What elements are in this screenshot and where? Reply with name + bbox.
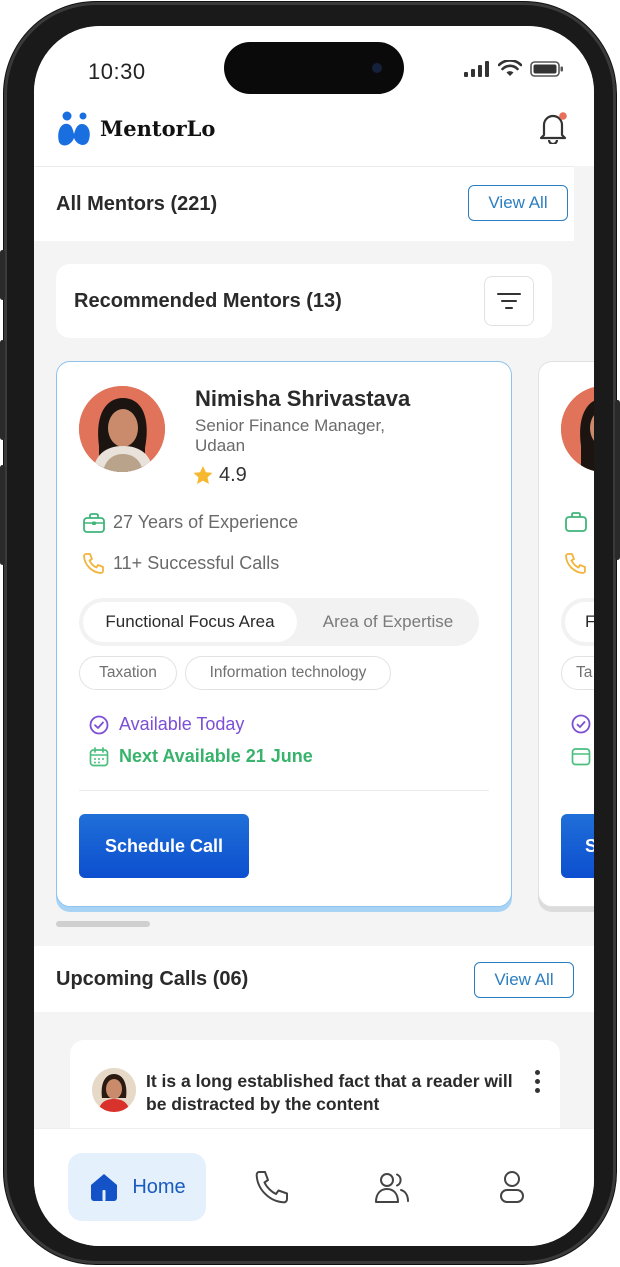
mentor-card-peek[interactable]: F Ta S (538, 361, 594, 907)
dynamic-island (224, 42, 404, 94)
mentor-name: Nimisha Shrivastava (195, 386, 411, 411)
briefcase-icon (565, 512, 587, 532)
recommended-mentors-header: Recommended Mentors (13) (56, 264, 552, 338)
phone-icon[interactable] (254, 1169, 290, 1205)
mentor-avatar (79, 386, 165, 472)
side-button-right (615, 400, 620, 560)
more-options-icon[interactable] (535, 1070, 540, 1093)
wifi-icon (498, 60, 522, 76)
calendar-icon (571, 748, 591, 766)
experience-text: 27 Years of Experience (113, 512, 299, 532)
mentor-rating: 4.9 (193, 464, 247, 487)
battery-icon (530, 60, 563, 77)
next-available-row: Next Available 21 June (89, 746, 313, 767)
upcoming-view-all-button[interactable]: View All (474, 962, 574, 998)
focus-tabs: Functional Focus Area Area of Expertise (79, 598, 479, 646)
all-mentors-view-all-button[interactable]: View All (468, 185, 568, 221)
mentor-role: Senior Finance Manager, Udaan (195, 416, 385, 455)
camera-dot (372, 63, 382, 73)
status-time: 10:30 (88, 59, 146, 84)
upcoming-calls-section: Upcoming Calls (06) View All (34, 946, 594, 1012)
filter-button[interactable] (484, 276, 534, 326)
all-mentors-title: All Mentors (221) (56, 193, 218, 215)
mentor-card[interactable]: Nimisha Shrivastava Senior Finance Manag… (56, 361, 512, 907)
available-today-row: Available Today (89, 714, 244, 735)
signal-icon (464, 60, 489, 77)
schedule-call-button[interactable]: Schedule Call (79, 814, 249, 878)
chip-taxation[interactable]: Taxation (79, 656, 177, 690)
logo-icon (58, 111, 90, 146)
card-divider (79, 790, 489, 791)
rating-value: 4.9 (219, 464, 247, 486)
brand-name: MentorLo (100, 115, 216, 141)
star-icon (193, 466, 213, 484)
calls-text: 11+ Successful Calls (113, 552, 280, 573)
brand-logo[interactable]: MentorLo (54, 108, 215, 148)
screen: 10:30 MentorLo All Mentors (221) View Al… (34, 26, 594, 1246)
check-circle-icon (89, 715, 109, 734)
available-text: Available Today (119, 714, 245, 734)
call-avatar (92, 1068, 136, 1112)
status-icons (464, 60, 564, 77)
side-button-left-3 (0, 465, 5, 565)
phone-icon (83, 553, 104, 574)
calls-row: 11+ Successful Calls (83, 552, 279, 574)
focus-tabs-peek: F (561, 598, 594, 646)
calendar-icon (89, 746, 109, 766)
mentor-avatar-peek (561, 386, 594, 472)
nav-home[interactable]: Home (68, 1153, 206, 1221)
schedule-call-button-peek[interactable]: S (561, 814, 594, 878)
briefcase-icon (83, 512, 105, 533)
tab-peek[interactable]: F (565, 602, 594, 642)
chip-peek[interactable]: Ta (561, 656, 594, 690)
app-header: MentorLo (34, 106, 594, 166)
experience-row: 27 Years of Experience (83, 512, 298, 533)
tab-area-of-expertise[interactable]: Area of Expertise (301, 602, 475, 642)
filter-icon (497, 293, 521, 309)
tab-functional-focus-area[interactable]: Functional Focus Area (83, 602, 297, 642)
phone-icon (565, 553, 586, 574)
carousel-scrollbar[interactable] (56, 921, 150, 927)
phone-frame: 10:30 MentorLo All Mentors (221) View Al… (4, 2, 616, 1264)
chip-information-technology[interactable]: Information technology (185, 656, 391, 690)
side-button-left-1 (0, 250, 5, 300)
all-mentors-section: All Mentors (221) View All (34, 167, 574, 241)
home-icon (91, 1174, 118, 1201)
check-circle-icon (571, 714, 591, 734)
notification-bell-icon[interactable] (538, 110, 568, 144)
status-bar: 10:30 (34, 26, 594, 112)
side-button-left-2 (0, 340, 5, 440)
profile-icon[interactable] (494, 1169, 530, 1205)
nav-home-label: Home (132, 1175, 186, 1198)
bottom-nav: Home (34, 1128, 594, 1246)
recommended-title: Recommended Mentors (13) (74, 290, 342, 312)
users-icon[interactable] (374, 1169, 410, 1205)
call-description: It is a long established fact that a rea… (146, 1071, 513, 1114)
next-available-text: Next Available 21 June (119, 746, 313, 766)
upcoming-calls-title: Upcoming Calls (06) (56, 968, 249, 990)
